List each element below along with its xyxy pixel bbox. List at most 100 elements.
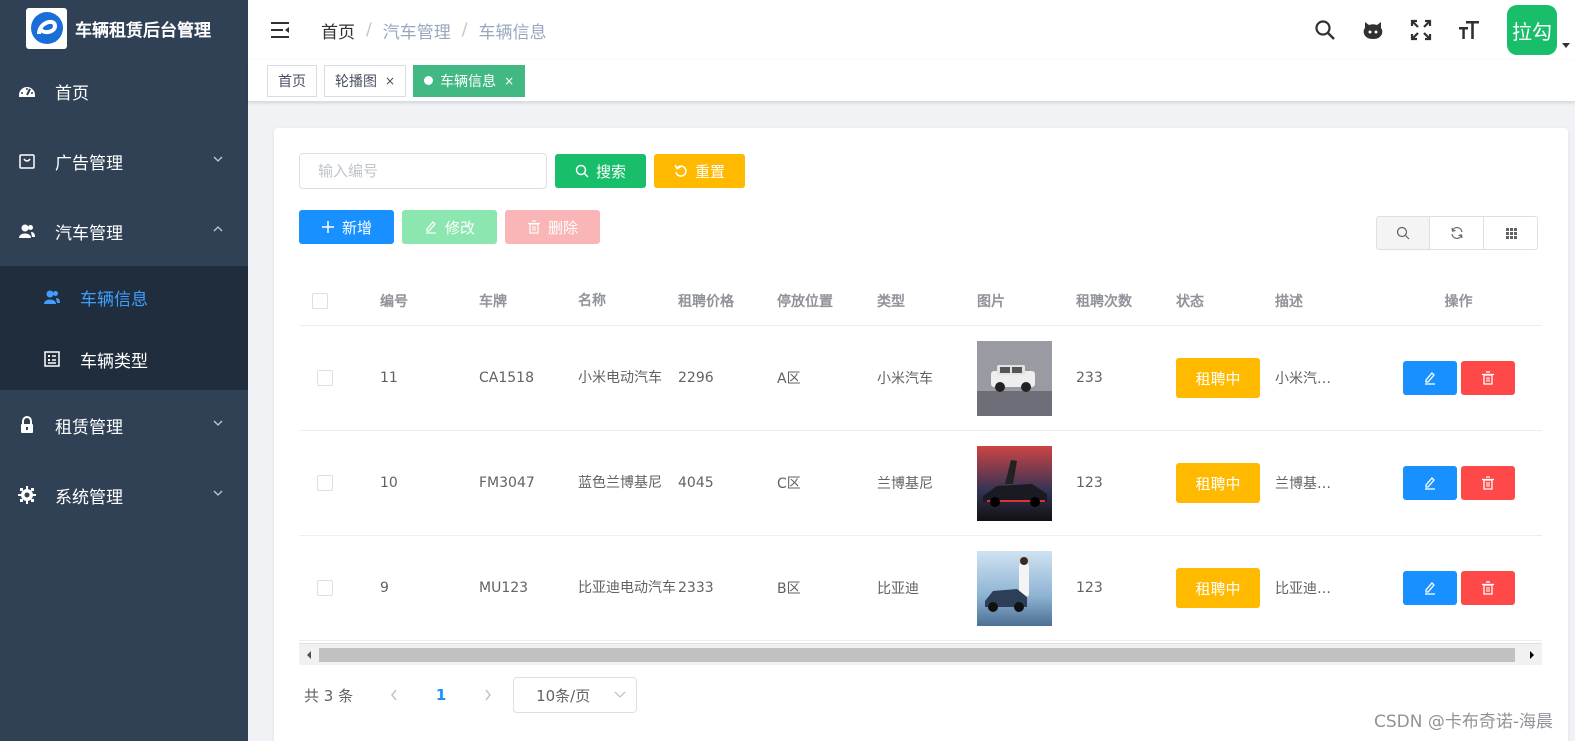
status-badge[interactable]: 租聘中 <box>1176 358 1260 398</box>
tag-label: 轮播图 <box>335 73 377 90</box>
search-input[interactable] <box>299 153 547 189</box>
scroll-left-icon[interactable] <box>305 650 313 660</box>
next-page-button[interactable] <box>473 680 503 710</box>
pagination: 共 3 条 1 10条/页 <box>304 677 638 713</box>
breadcrumb-separator: / <box>366 20 372 40</box>
row-edit-button[interactable] <box>1402 361 1457 395</box>
cell-location: A区 <box>777 371 801 387</box>
sidebar-item-system[interactable]: 系统管理 <box>0 460 248 530</box>
sidebar-item-label: 首页 <box>55 83 89 104</box>
reset-button[interactable]: 重置 <box>654 154 745 188</box>
refresh-icon <box>674 164 687 177</box>
scroll-right-icon[interactable] <box>1528 650 1536 660</box>
row-edit-button[interactable] <box>1402 466 1457 500</box>
grid-icon <box>1505 228 1517 239</box>
tag-carousel[interactable]: 轮播图 × <box>324 64 407 97</box>
column-header: 名称 <box>578 292 606 309</box>
breadcrumb-cars[interactable]: 汽车管理 <box>383 18 451 43</box>
close-icon[interactable]: × <box>504 74 514 88</box>
close-icon[interactable]: × <box>385 74 395 88</box>
chevron-down-icon <box>213 156 223 162</box>
plus-icon <box>321 221 334 233</box>
prev-page-button[interactable] <box>379 680 409 710</box>
sidebar-item-label: 广告管理 <box>55 153 123 174</box>
caret-down-icon[interactable] <box>1561 40 1571 50</box>
watermark: CSDN @卡布奇诺-海晨 <box>1373 712 1553 732</box>
trash-icon <box>1481 581 1494 595</box>
add-button[interactable]: 新增 <box>299 210 394 244</box>
toggle-search-button[interactable] <box>1376 216 1430 250</box>
cell-name: 小米电动汽车 <box>578 370 662 386</box>
sidebar-item-rental[interactable]: 租赁管理 <box>0 390 248 460</box>
cell-type: 小米汽车 <box>877 371 933 387</box>
tag-home[interactable]: 首页 <box>267 64 317 97</box>
select-all-checkbox[interactable] <box>312 292 328 309</box>
row-delete-button[interactable] <box>1460 466 1515 500</box>
sidebar-item-vehicle-type[interactable]: 车辆类型 <box>0 328 248 390</box>
vehicle-thumbnail[interactable] <box>977 550 1052 626</box>
peoples-icon <box>18 222 36 240</box>
github-icon[interactable] <box>1361 18 1385 42</box>
cell-count: 123 <box>1076 475 1103 491</box>
cell-image <box>977 445 1076 521</box>
avatar[interactable]: 拉勾 <box>1507 5 1557 55</box>
page-size-select[interactable]: 10条/页 <box>513 677 638 713</box>
search-button[interactable]: 搜索 <box>555 154 646 188</box>
search-icon[interactable] <box>1313 18 1337 42</box>
horizontal-scrollbar[interactable] <box>299 643 1542 665</box>
tags-view: 首页 轮播图 × 车辆信息 × <box>248 60 1575 102</box>
status-badge[interactable]: 租聘中 <box>1176 463 1260 503</box>
row-checkbox[interactable] <box>317 580 333 596</box>
edit-button[interactable]: 修改 <box>402 210 497 244</box>
cell-image <box>977 340 1076 416</box>
sidebar-item-vehicle-info[interactable]: 车辆信息 <box>0 266 248 328</box>
search-bar: 搜索 重置 <box>299 153 745 189</box>
sidebar-item-cars[interactable]: 汽车管理 <box>0 196 248 266</box>
table-row[interactable]: 9 MU123 比亚迪电动汽车 2333 B区 比亚迪 123 租聘中 比亚迪… <box>299 536 1542 641</box>
edit-icon <box>425 221 436 234</box>
chevron-down-icon <box>614 691 626 698</box>
breadcrumb-home[interactable]: 首页 <box>321 18 355 43</box>
page-number[interactable]: 1 <box>426 686 456 704</box>
cell-desc: 小米汽… <box>1275 371 1331 387</box>
cell-price: 2333 <box>678 580 714 596</box>
row-delete-button[interactable] <box>1460 571 1515 605</box>
refresh-button[interactable] <box>1430 216 1484 250</box>
navbar: 首页 / 汽车管理 / 车辆信息 拉勾 <box>248 0 1575 60</box>
trash-icon <box>527 220 540 234</box>
fullscreen-icon[interactable] <box>1409 18 1433 42</box>
breadcrumb: 首页 / 汽车管理 / 车辆信息 <box>321 18 546 43</box>
row-edit-button[interactable] <box>1402 571 1457 605</box>
search-icon <box>575 164 589 178</box>
row-checkbox[interactable] <box>317 475 333 491</box>
column-header: 编号 <box>380 293 408 310</box>
cell-price: 4045 <box>678 475 714 491</box>
font-size-icon[interactable] <box>1457 18 1481 42</box>
refresh-icon <box>1450 227 1463 239</box>
table-row[interactable]: 11 CA1518 小米电动汽车 2296 A区 小米汽车 233 租聘中 小米… <box>299 326 1542 431</box>
sidebar-item-home[interactable]: 首页 <box>0 56 248 126</box>
sidebar-item-ads[interactable]: 广告管理 <box>0 126 248 196</box>
vehicle-thumbnail[interactable] <box>977 445 1052 521</box>
row-checkbox[interactable] <box>317 370 333 386</box>
add-button-label: 新增 <box>341 218 372 237</box>
search-icon <box>1396 226 1410 240</box>
table-row[interactable]: 10 FM3047 蓝色兰博基尼 4045 C区 兰博基尼 123 租聘中 兰博… <box>299 431 1542 536</box>
row-delete-button[interactable] <box>1460 361 1515 395</box>
status-badge[interactable]: 租聘中 <box>1176 568 1260 608</box>
edit-icon <box>1424 372 1435 385</box>
delete-button[interactable]: 删除 <box>505 210 600 244</box>
chevron-down-icon <box>213 490 223 496</box>
column-header: 类型 <box>877 293 905 310</box>
trash-icon <box>1481 371 1494 385</box>
columns-button[interactable] <box>1484 216 1538 250</box>
scrollbar-thumb[interactable] <box>319 648 1515 662</box>
hamburger-icon[interactable] <box>269 18 293 42</box>
page-size-value: 10条/页 <box>536 686 591 705</box>
sidebar-item-label: 车辆类型 <box>80 351 148 372</box>
user-icon <box>43 288 61 306</box>
header-checkbox-cell <box>299 292 380 309</box>
tag-vehicle-info[interactable]: 车辆信息 × <box>413 64 526 97</box>
row-checkbox-cell <box>299 370 380 386</box>
vehicle-thumbnail[interactable] <box>977 340 1052 416</box>
